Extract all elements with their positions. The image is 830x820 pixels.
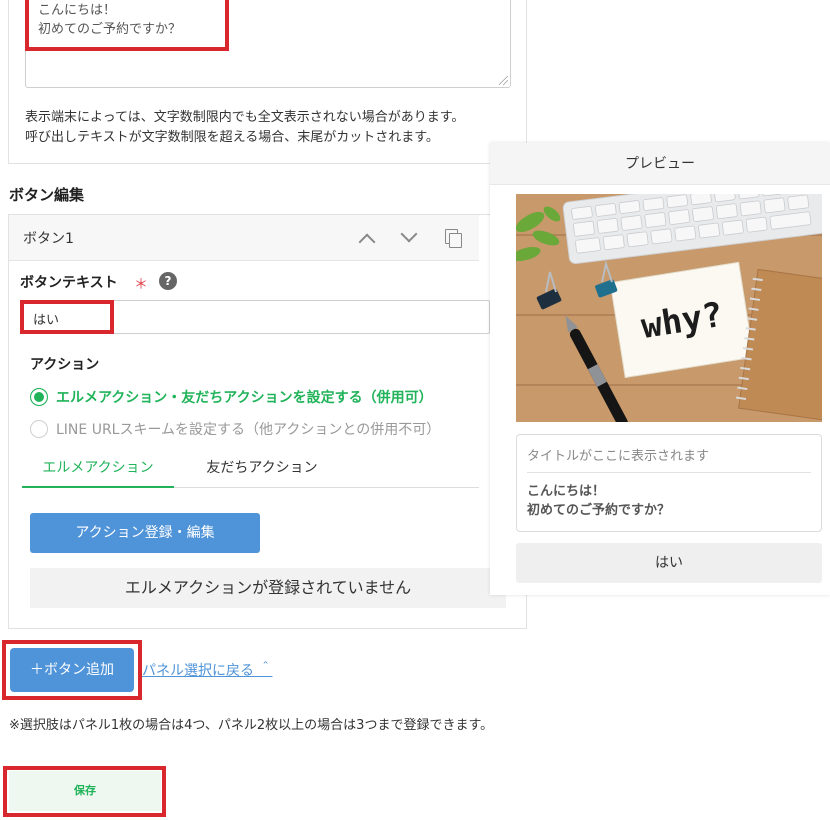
resize-grip-icon[interactable] [499, 76, 510, 87]
note-line-1: 表示端末によっては、文字数制限内でも全文表示されない場合があります。 [25, 110, 465, 125]
preview-button: はい [516, 543, 822, 583]
section-title: ボタン編集 [9, 186, 85, 204]
register-action-button[interactable]: アクション登録・編集 [30, 513, 260, 553]
back-to-panel-link[interactable]: パネル選択に戻る ＾ [142, 660, 272, 680]
tab-friend-action[interactable]: 友だちアクション [186, 458, 338, 488]
copy-icon[interactable] [445, 229, 462, 248]
highlight-box-message [25, 0, 229, 51]
button-text-label: ボタンテキスト [20, 275, 118, 291]
help-icon[interactable]: ? [159, 272, 177, 290]
radio-action-line-url[interactable] [30, 420, 48, 438]
preview-header: プレビュー [490, 143, 830, 185]
preview-image: why? [516, 194, 822, 422]
preview-photo: why? [516, 194, 822, 422]
radio-action-combined[interactable] [30, 388, 48, 406]
radio-label-line-url[interactable]: LINE URLスキームを設定する（他アクションとの併用不可） [56, 419, 440, 439]
preview-title-placeholder: タイトルがここに表示されます [527, 449, 710, 464]
required-mark: ＊ [134, 277, 148, 293]
add-button[interactable]: ＋ボタン追加 [10, 648, 134, 692]
highlight-box-input [20, 300, 114, 334]
tab-elme-action[interactable]: エルメアクション [22, 458, 174, 488]
choice-limit-note: ※選択肢はパネル1枚の場合は4つ、パネル2枚以上の場合は3つまで登録できます。 [9, 718, 494, 733]
save-button[interactable]: 保存 [9, 771, 161, 811]
chevron-down-icon[interactable] [400, 225, 418, 243]
button-card-label: ボタン1 [23, 231, 74, 247]
chevron-up-icon[interactable] [358, 232, 376, 251]
preview-body-text: こんにちは！ 初めてのご予約ですか？ [527, 484, 671, 518]
radio-label-combined[interactable]: エルメアクション・友だちアクションを設定する（併用可） [56, 387, 433, 407]
action-title: アクション [30, 357, 100, 373]
empty-action-message: エルメアクションが登録されていません [30, 568, 506, 608]
preview-bubble-divider [527, 472, 811, 473]
note-line-2: 呼び出しテキストが文字数制限を超える場合、末尾がカットされます。 [25, 130, 439, 145]
